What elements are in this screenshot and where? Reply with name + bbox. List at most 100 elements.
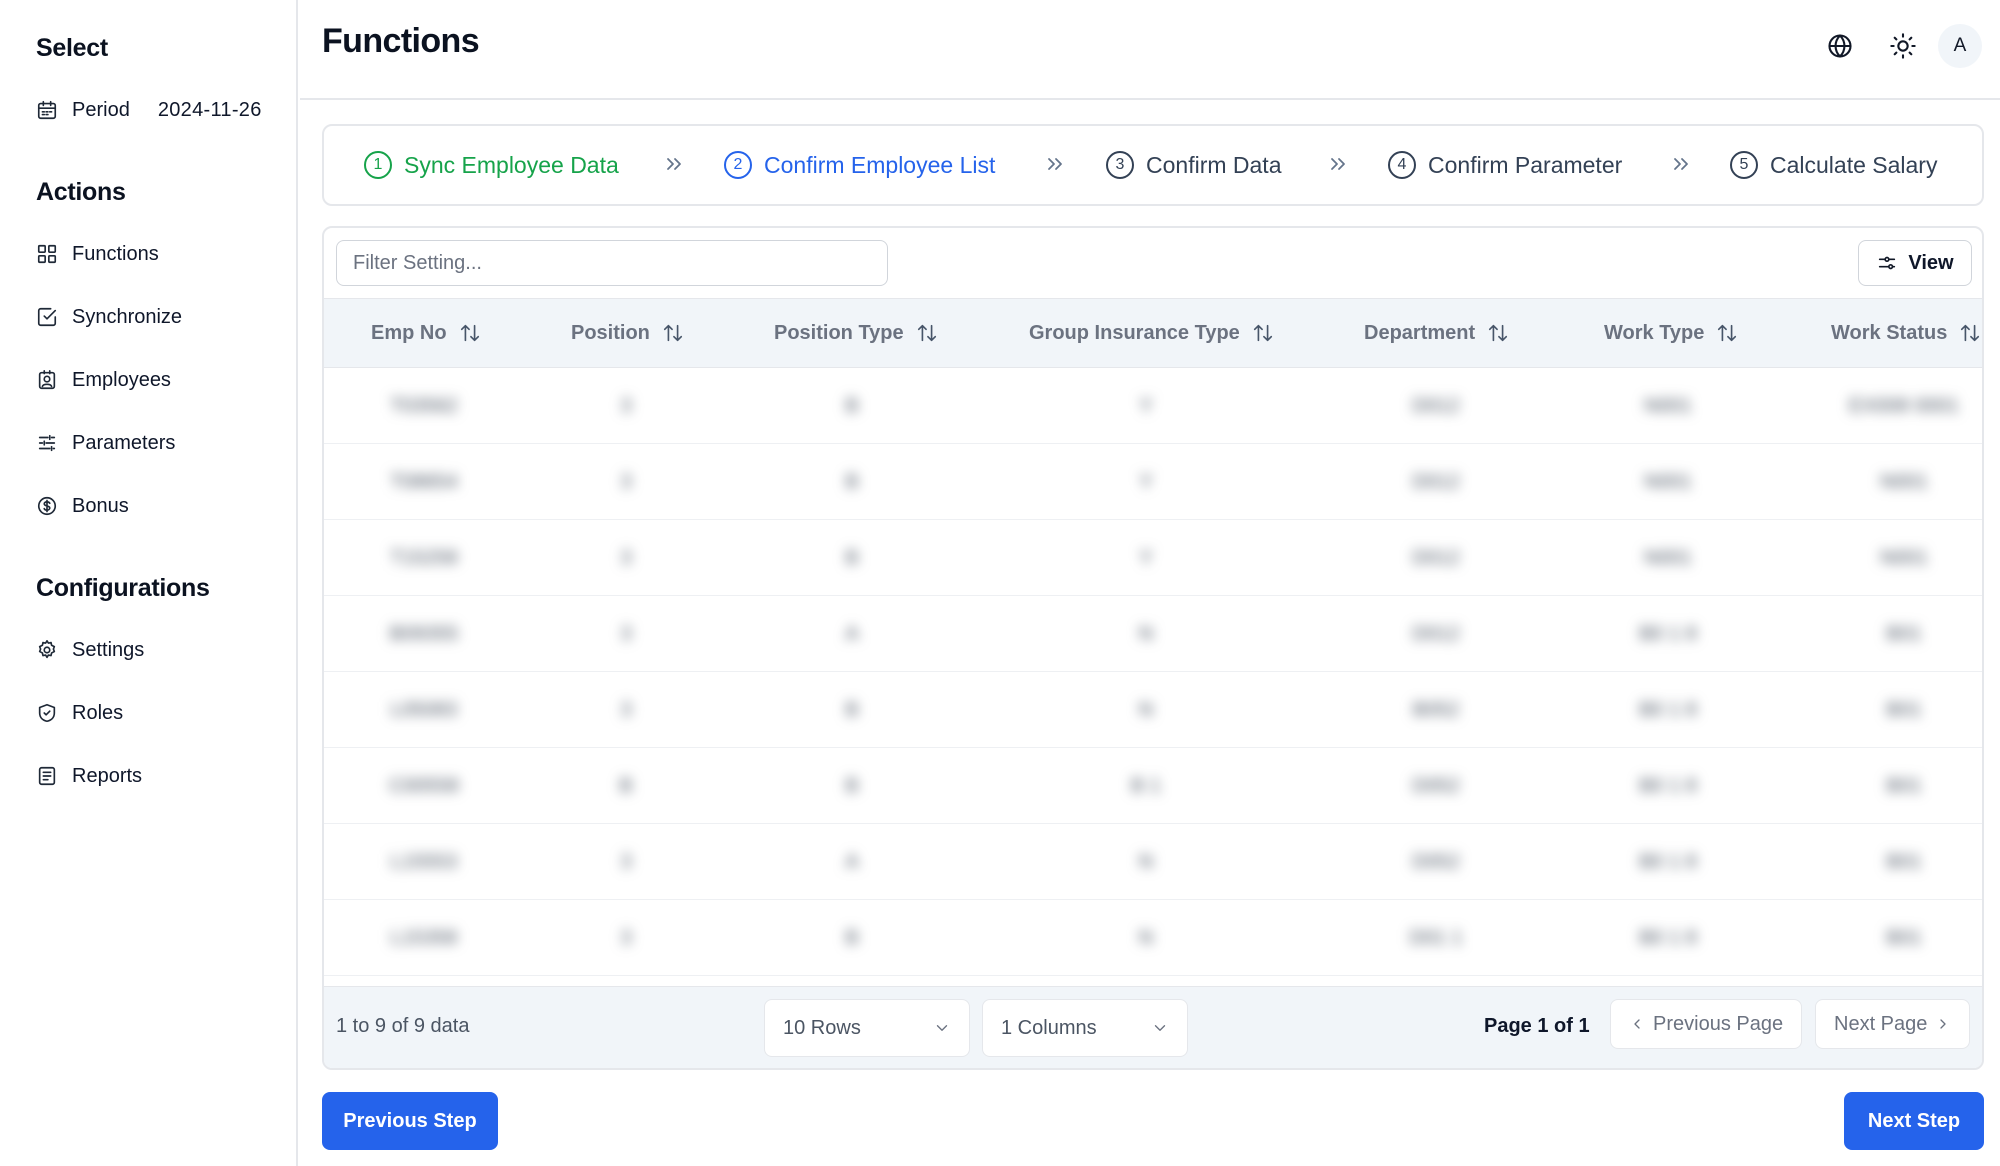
- table-row[interactable]: C00558 B B B 1 D052 B0 1 8 B01: [324, 748, 1982, 824]
- sidebar-section-actions: Actions: [36, 178, 126, 206]
- period-selector[interactable]: Period 2024-11-26: [36, 90, 262, 130]
- step-label: Calculate Salary: [1770, 151, 1938, 178]
- table-cell: N001: [1880, 470, 1928, 493]
- avatar[interactable]: A: [1938, 24, 1982, 68]
- table-cell: N: [1138, 926, 1154, 949]
- rows-select-value: 10 Rows: [783, 1016, 861, 1039]
- step-sync-employee-data[interactable]: 1 Sync Employee Data: [364, 126, 619, 204]
- chevrons-right-icon: [1326, 152, 1350, 176]
- sidebar-item-settings[interactable]: Settings: [36, 630, 144, 670]
- sidebar-item-synchronize[interactable]: Synchronize: [36, 297, 182, 337]
- gear-icon: [38, 640, 56, 659]
- table-row[interactable]: T15258 3 B Y D012 N001 N001: [324, 520, 1982, 596]
- previous-step-button[interactable]: Previous Step: [322, 1092, 498, 1150]
- table-cell: B 1: [1130, 774, 1162, 797]
- table-cell: B0 1 8: [1639, 622, 1697, 645]
- table-cell: B01: [1886, 850, 1922, 873]
- sidebar: Select Period 2024-11-26 Actions Functio…: [0, 0, 298, 1166]
- step-label: Confirm Employee List: [764, 151, 996, 178]
- rows-per-page-select[interactable]: 10 Rows: [764, 999, 970, 1057]
- table-cell: B0 1 8: [1639, 850, 1697, 873]
- step-number: 3: [1106, 151, 1134, 179]
- header: Functions A: [300, 0, 2000, 100]
- step-calculate-salary[interactable]: 5 Calculate Salary: [1730, 126, 1937, 204]
- sidebar-item-label: Bonus: [72, 494, 129, 517]
- table-cell: D052: [1412, 774, 1460, 797]
- table-cell: C00558: [388, 774, 460, 797]
- column-header-emp-no[interactable]: Emp No: [371, 299, 481, 367]
- table-cell: B: [845, 698, 859, 721]
- table-cell: B: [845, 774, 859, 797]
- sidebar-item-roles[interactable]: Roles: [36, 693, 123, 733]
- table-cell: 3: [620, 622, 632, 645]
- table-cell: B: [845, 926, 859, 949]
- table-cell: N001: [1644, 546, 1692, 569]
- period-label: Period: [72, 98, 130, 121]
- sidebar-item-bonus[interactable]: Bonus: [36, 486, 129, 526]
- table-cell: 3: [620, 546, 632, 569]
- table-row[interactable]: T08654 3 B Y D012 N001 N001: [324, 444, 1982, 520]
- sidebar-item-reports[interactable]: Reports: [36, 756, 142, 796]
- globe-icon: [1828, 34, 1852, 58]
- table-cell: B: [845, 546, 859, 569]
- table-row[interactable]: L15553 3 A N D052 B0 1 8 B01: [324, 824, 1982, 900]
- column-label: Work Status: [1831, 321, 1948, 344]
- sun-icon: [1890, 33, 1916, 59]
- column-header-group-insurance-type[interactable]: Group Insurance Type: [1029, 299, 1274, 367]
- sort-icon: [1718, 324, 1737, 342]
- table-cell: T03562: [390, 394, 458, 417]
- step-confirm-parameter[interactable]: 4 Confirm Parameter: [1388, 126, 1622, 204]
- table-cell: N: [1138, 850, 1154, 873]
- table-cell: B: [845, 394, 859, 417]
- table-row[interactable]: T03562 3 B Y D012 N001 EX008 0001: [324, 368, 1982, 444]
- view-options-button[interactable]: View: [1858, 240, 1972, 286]
- table-cell: T15258: [390, 546, 458, 569]
- table-cell: B052: [1412, 698, 1460, 721]
- sort-icon: [1961, 324, 1980, 342]
- chevron-down-icon: [936, 1025, 948, 1031]
- sidebar-item-parameters[interactable]: Parameters: [36, 423, 175, 463]
- column-header-work-status[interactable]: Work Status: [1831, 299, 1981, 367]
- table-cell: T08654: [390, 470, 458, 493]
- filter-input[interactable]: [336, 240, 888, 286]
- table-cell: D052: [1412, 850, 1460, 873]
- table-cell: D012: [1412, 470, 1460, 493]
- table-footer: 1 to 9 of 9 data 10 Rows 1 Columns Page …: [324, 986, 1982, 1068]
- table-cell: N: [1138, 698, 1154, 721]
- table-cell: N001: [1644, 470, 1692, 493]
- columns-select[interactable]: 1 Columns: [982, 999, 1188, 1057]
- previous-page-button[interactable]: Previous Page: [1610, 999, 1803, 1049]
- table-row[interactable]: B09355 3 A N D012 B0 1 8 B01: [324, 596, 1982, 672]
- row-count-text: 1 to 9 of 9 data: [336, 1015, 470, 1037]
- table-cell: B01: [1886, 926, 1922, 949]
- shield-check-icon: [38, 703, 56, 723]
- column-header-position[interactable]: Position: [571, 299, 684, 367]
- period-value: 2024-11-26: [157, 98, 262, 121]
- column-header-work-type[interactable]: Work Type: [1604, 299, 1738, 367]
- language-button[interactable]: [1818, 24, 1862, 68]
- next-page-button[interactable]: Next Page: [1815, 999, 1971, 1049]
- table-cell: A: [845, 850, 859, 873]
- columns-select-value: 1 Columns: [1001, 1016, 1097, 1039]
- calendar-icon: [37, 100, 57, 120]
- sidebar-item-functions[interactable]: Functions: [36, 234, 159, 274]
- chevron-left-icon: [1634, 1019, 1640, 1029]
- column-header-department[interactable]: Department: [1364, 299, 1509, 367]
- column-header-position-type[interactable]: Position Type: [774, 299, 938, 367]
- step-confirm-employee-list[interactable]: 2 Confirm Employee List: [724, 126, 995, 204]
- table-cell: D012: [1412, 394, 1460, 417]
- table-row[interactable]: L05083 3 B N B052 B0 1 8 B01: [324, 672, 1982, 748]
- table-row[interactable]: L15358 3 B N D01 1 B0 1 8 B01: [324, 900, 1982, 976]
- next-step-button[interactable]: Next Step: [1844, 1092, 1984, 1150]
- page-indicator: Page 1 of 1: [1484, 1015, 1590, 1037]
- table-cell: L15553: [390, 850, 458, 873]
- checkbox-icon: [37, 307, 57, 327]
- sidebar-item-employees[interactable]: Employees: [36, 360, 171, 400]
- table-cell: B01: [1886, 622, 1922, 645]
- table-cell: L05083: [390, 698, 458, 721]
- page-title: Functions: [322, 22, 480, 60]
- table-cell: B0 1 8: [1639, 774, 1697, 797]
- theme-toggle-button[interactable]: [1881, 24, 1925, 68]
- step-confirm-data[interactable]: 3 Confirm Data: [1106, 126, 1281, 204]
- sidebar-item-label: Parameters: [72, 431, 176, 454]
